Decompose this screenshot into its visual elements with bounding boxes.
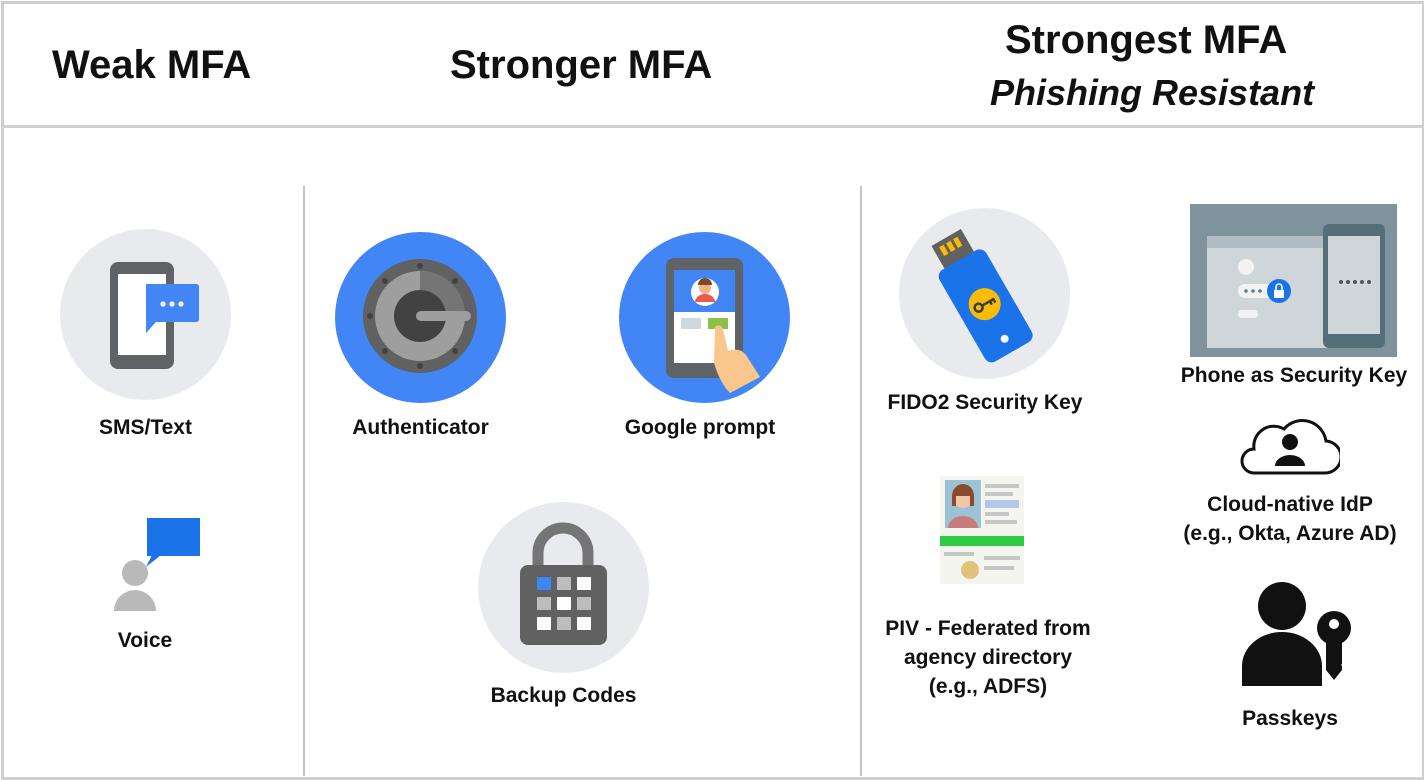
cloud-idp-label-line2: (e.g., Okta, Azure AD) xyxy=(1183,522,1397,545)
google-prompt-icon xyxy=(619,232,790,403)
passkeys-label: Passkeys xyxy=(1242,707,1338,730)
google-prompt-label: Google prompt xyxy=(624,416,776,439)
fido2-security-key-icon xyxy=(899,208,1070,379)
column-divider-left xyxy=(303,186,305,776)
phishing-resistant-subheading: Phishing Resistant xyxy=(990,72,1315,113)
authenticator-icon xyxy=(335,232,506,403)
cloud-user-icon xyxy=(1240,418,1343,478)
sms-icon xyxy=(60,229,231,400)
phone-key-label: Phone as Security Key xyxy=(1180,364,1408,387)
piv-card-icon xyxy=(940,476,1024,584)
sms-label: SMS/Text xyxy=(99,416,192,439)
passkey-icon xyxy=(1240,580,1356,690)
piv-label-line3: (e.g., ADFS) xyxy=(928,675,1048,698)
stronger-mfa-heading: Stronger MFA xyxy=(450,43,713,87)
piv-label-line2: agency directory xyxy=(903,646,1073,669)
phone-as-security-key-icon xyxy=(1190,204,1397,357)
strongest-mfa-heading: Strongest MFA xyxy=(1005,18,1288,62)
header-divider xyxy=(1,125,1424,128)
cloud-idp-label-line1: Cloud-native IdP xyxy=(1207,493,1373,516)
fido2-label: FIDO2 Security Key xyxy=(887,391,1083,414)
voice-icon xyxy=(110,515,205,615)
authenticator-label: Authenticator xyxy=(352,416,489,439)
piv-label-line1: PIV - Federated from xyxy=(885,617,1091,640)
backup-codes-label: Backup Codes xyxy=(490,684,637,707)
voice-label: Voice xyxy=(117,629,173,652)
weak-mfa-heading: Weak MFA xyxy=(52,43,252,87)
column-divider-right xyxy=(860,186,862,776)
backup-codes-icon xyxy=(478,502,649,673)
